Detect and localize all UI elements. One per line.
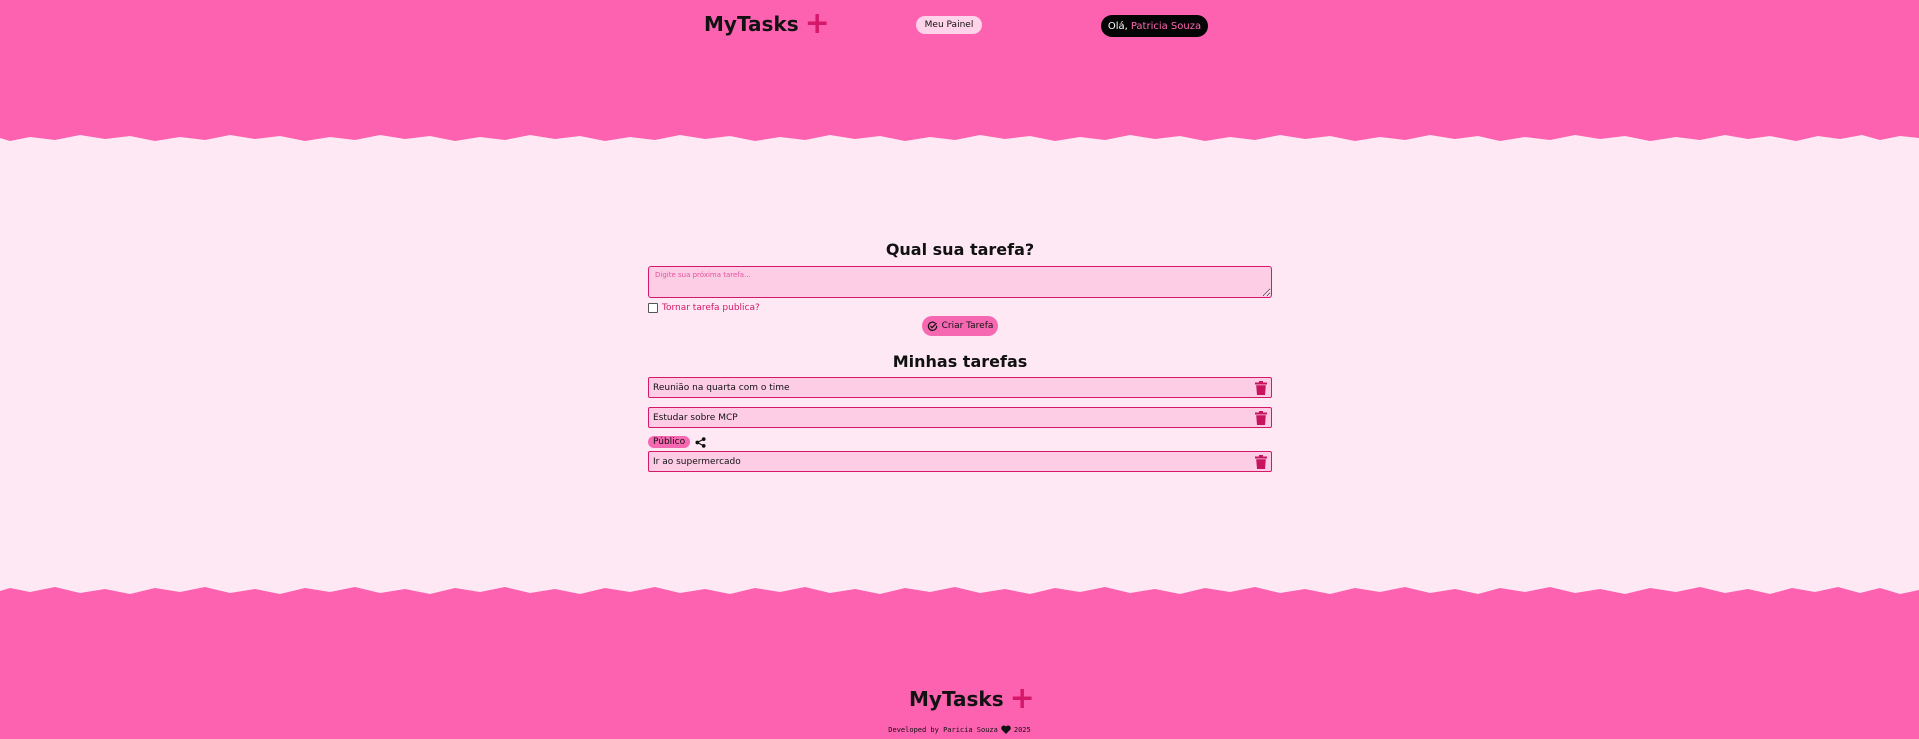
- task-item: Estudar sobre MCP: [648, 407, 1272, 428]
- task-text: Reunião na quarta com o time: [653, 382, 790, 393]
- footer-brand-logo[interactable]: MyTasks +: [909, 681, 1035, 716]
- check-circle-icon: [927, 321, 937, 331]
- main-content: Qual sua tarefa? Tornar tarefa publica? …: [648, 240, 1272, 481]
- task-input[interactable]: [648, 266, 1272, 298]
- task-list-title: Minhas tarefas: [892, 352, 1028, 371]
- public-checkbox[interactable]: [648, 303, 658, 313]
- brand-logo[interactable]: MyTasks +: [704, 6, 830, 41]
- trash-icon[interactable]: [1255, 380, 1267, 395]
- create-task-button[interactable]: Criar Tarefa: [922, 316, 998, 336]
- footer: MyTasks +: [0, 580, 1919, 739]
- public-badge: Público: [648, 436, 691, 448]
- my-panel-button[interactable]: Meu Painel: [916, 16, 982, 34]
- plus-icon: +: [1009, 681, 1035, 716]
- header: MyTasks + Meu Painel Olá, Patricia Souza: [0, 0, 1919, 150]
- task-item: Reunião na quarta com o time: [648, 377, 1272, 398]
- share-icon[interactable]: [695, 436, 706, 448]
- public-option: Tornar tarefa publica?: [648, 303, 1272, 313]
- public-checkbox-label[interactable]: Tornar tarefa publica?: [662, 303, 760, 313]
- user-greeting-button[interactable]: Olá, Patricia Souza: [1101, 15, 1208, 37]
- form-title: Qual sua tarefa?: [885, 240, 1035, 259]
- brand-name: MyTasks: [704, 12, 799, 36]
- create-task-label: Criar Tarefa: [941, 321, 994, 331]
- greeting-text: Olá,: [1107, 20, 1128, 32]
- credit-text: Developed by Paricia Souza: [888, 725, 998, 734]
- heart-icon: [1001, 725, 1011, 734]
- user-name: Patricia Souza: [1130, 20, 1202, 32]
- task-text: Estudar sobre MCP: [653, 412, 738, 423]
- task-item: Ir ao supermercado: [648, 451, 1272, 472]
- footer-band: [0, 587, 1919, 739]
- trash-icon[interactable]: [1255, 454, 1267, 469]
- footer-credit: Developed by Paricia Souza 2025: [0, 725, 1919, 734]
- credit-year: 2025: [1013, 725, 1031, 734]
- footer-brand-name: MyTasks: [909, 687, 1004, 711]
- plus-icon: +: [804, 6, 830, 41]
- task-text: Ir ao supermercado: [653, 456, 741, 467]
- task-public-meta: Público: [648, 436, 1272, 448]
- task-list: Reunião na quarta com o time Estudar sob…: [648, 377, 1272, 472]
- trash-icon[interactable]: [1255, 410, 1267, 425]
